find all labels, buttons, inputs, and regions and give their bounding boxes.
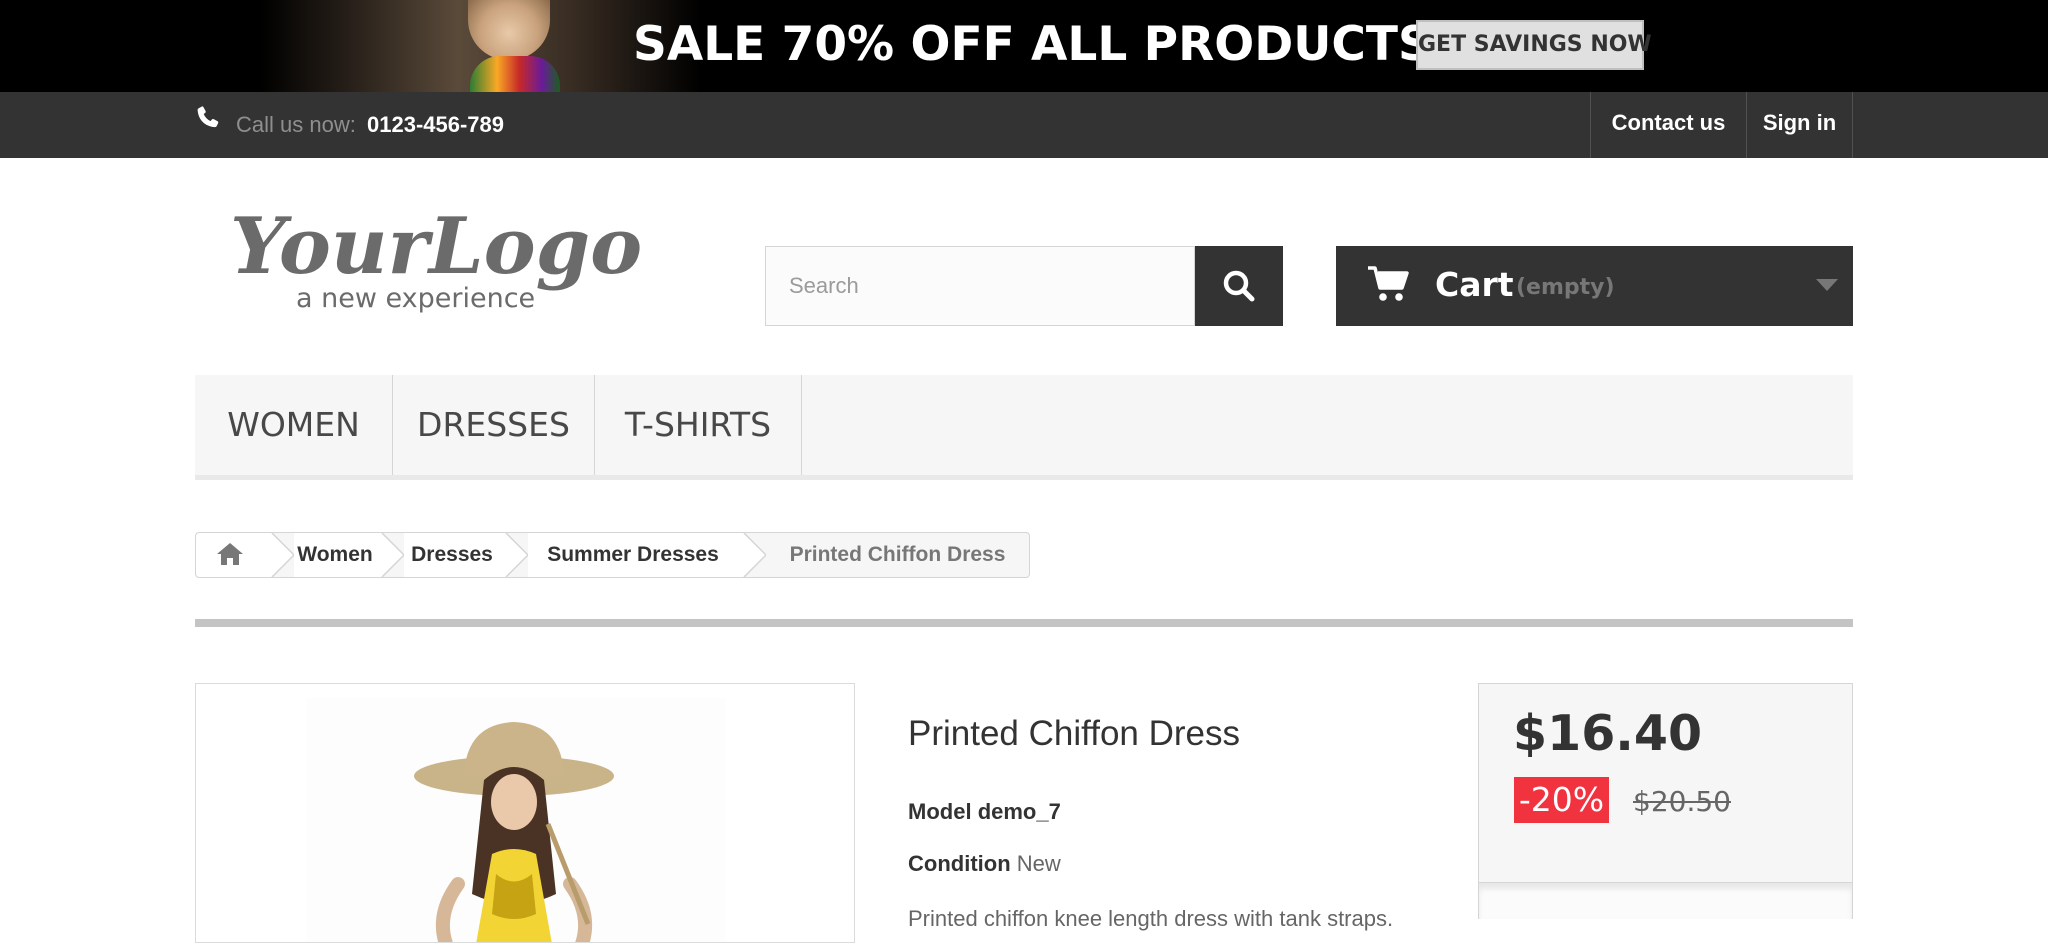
breadcrumb: Women Dresses Summer Dresses Printed Chi… (195, 532, 1030, 578)
cart-button[interactable]: Cart (empty) (1336, 246, 1853, 326)
breadcrumb-current: Printed Chiffon Dress (789, 543, 1006, 566)
logo-wordmark: YourLogo (230, 201, 642, 292)
cart-label: Cart (1435, 265, 1514, 304)
sign-in-link[interactable]: Sign in (1746, 92, 1853, 158)
banner-sale-text: SALE 70% OFF ALL PRODUCTS (633, 17, 1432, 72)
site-logo[interactable]: YourLogo a new experience (230, 195, 650, 325)
breadcrumb-dresses[interactable]: Dresses (404, 533, 500, 577)
call-us-label: Call us now: (236, 112, 356, 137)
menu-item-tshirts[interactable]: T-SHIRTS (595, 375, 802, 475)
top-bar: Call us now: 0123-456-789 Contact us Sig… (0, 92, 2048, 158)
logo-tagline: a new experience (296, 283, 535, 314)
contact-us-link[interactable]: Contact us (1590, 92, 1746, 158)
shopping-cart-icon (1368, 266, 1409, 301)
breadcrumb-separator (376, 533, 404, 577)
home-icon (217, 543, 243, 565)
breadcrumb-separator (500, 533, 528, 577)
condition-label: Condition (908, 851, 1011, 876)
product-model: Model demo_7 (908, 798, 1061, 826)
product-photo (306, 698, 726, 942)
cart-status: (empty) (1516, 275, 1615, 300)
breadcrumb-separator (738, 533, 766, 577)
add-to-cart-panel (1478, 883, 1853, 919)
phone-icon (197, 106, 219, 128)
promo-banner[interactable]: SALE 70% OFF ALL PRODUCTS GET SAVINGS NO… (0, 0, 2048, 92)
breadcrumb-women[interactable]: Women (294, 533, 376, 577)
banner-model-swimsuit (470, 56, 560, 92)
product-title: Printed Chiffon Dress (908, 714, 1241, 753)
chevron-down-icon (1816, 279, 1838, 291)
product-description: Printed chiffon knee length dress with t… (908, 906, 1394, 931)
price-box: $16.40 -20% $20.50 (1478, 683, 1853, 883)
main-menu: WOMEN DRESSES T-SHIRTS (195, 375, 1853, 480)
menu-item-women[interactable]: WOMEN (195, 375, 393, 475)
product-image-frame[interactable] (195, 683, 855, 943)
search-input[interactable]: Search (765, 246, 1195, 326)
menu-item-dresses[interactable]: DRESSES (393, 375, 595, 475)
product-condition: Condition New (908, 850, 1061, 878)
model-label: Model (908, 799, 972, 824)
search-button[interactable] (1195, 246, 1283, 326)
section-divider (195, 619, 1853, 627)
breadcrumb-summer-dresses[interactable]: Summer Dresses (528, 533, 738, 577)
discount-badge: -20% (1514, 777, 1609, 823)
phone-number: 0123-456-789 (367, 112, 505, 137)
get-savings-button[interactable]: GET SAVINGS NOW (1416, 20, 1652, 70)
breadcrumb-separator (266, 533, 294, 577)
search-icon (1223, 270, 1255, 302)
breadcrumb-home[interactable] (196, 533, 266, 577)
current-price: $16.40 (1513, 705, 1703, 762)
model-value: demo_7 (977, 799, 1061, 824)
condition-value: New (1016, 851, 1061, 876)
old-price: $20.50 (1633, 785, 1731, 818)
